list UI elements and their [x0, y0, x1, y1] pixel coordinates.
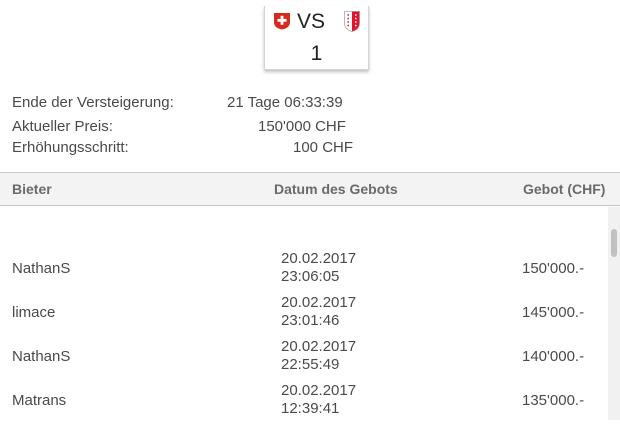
auction-end-label: Ende der Versteigerung:	[12, 94, 174, 111]
bidder-name: NathanS	[12, 260, 71, 277]
bid-date-time: 22:55:49	[281, 356, 340, 373]
bid-date-time: 23:06:05	[281, 268, 340, 285]
plate-number: 1	[310, 42, 323, 65]
increment-label: Erhöhungsschritt:	[12, 139, 129, 156]
bid-date-time: 23:01:46	[281, 312, 340, 329]
vertical-scrollbar[interactable]	[608, 207, 620, 420]
bids-table-header: Bieter Datum des Gebots Gebot (CHF)	[0, 172, 620, 206]
table-row: limace 20.02.2017 23:01:46 145'000.-	[0, 294, 606, 338]
bid-date-time: 12:39:41	[281, 400, 340, 417]
license-plate-card: VS 1	[264, 6, 369, 70]
bid-date-day: 20.02.2017	[281, 382, 357, 399]
increment-value: 100 CHF	[293, 139, 354, 156]
column-header-bid[interactable]: Gebot (CHF)	[523, 181, 605, 197]
bid-date: 20.02.2017 23:01:46	[281, 294, 356, 330]
bid-date-day: 20.02.2017	[281, 250, 357, 267]
current-price-value: 150'000 CHF	[258, 118, 346, 135]
column-header-bidder[interactable]: Bieter	[12, 181, 52, 197]
column-header-date[interactable]: Datum des Gebots	[274, 181, 398, 197]
auction-end-value: 21 Tage 06:33:39	[227, 94, 343, 111]
bid-amount: 145'000.-	[522, 304, 585, 321]
bidder-name: NathanS	[12, 348, 71, 365]
table-row: Matrans 20.02.2017 12:39:41 135'000.-	[0, 382, 606, 426]
bid-date: 20.02.2017 22:55:49	[281, 338, 356, 374]
switzerland-flag-icon	[274, 13, 290, 30]
bid-date-day: 20.02.2017	[281, 294, 357, 311]
current-price-label: Aktueller Preis:	[12, 118, 113, 135]
bid-amount: 140'000.-	[522, 348, 585, 365]
scrollbar-thumb[interactable]	[611, 229, 617, 257]
bid-date: 20.02.2017 12:39:41	[281, 382, 356, 418]
valais-flag-icon	[344, 11, 360, 32]
table-row: NathanS 20.02.2017 22:55:49 140'000.-	[0, 338, 606, 382]
canton-code: VS	[297, 10, 326, 33]
bid-date-day: 20.02.2017	[281, 338, 357, 355]
bidder-name: Matrans	[12, 392, 67, 409]
bidder-name: limace	[12, 304, 56, 321]
bid-date: 20.02.2017 23:06:05	[281, 250, 356, 286]
table-row: NathanS 20.02.2017 23:06:05 150'000.-	[0, 250, 606, 294]
bid-amount: 150'000.-	[522, 260, 585, 277]
bid-amount: 135'000.-	[522, 392, 585, 409]
